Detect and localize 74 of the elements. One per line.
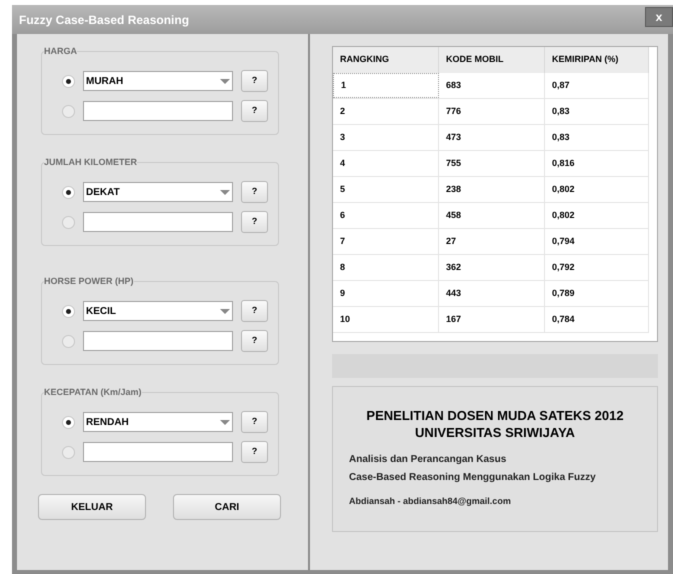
group-label: JUMLAH KILOMETER xyxy=(44,158,137,167)
table-cell: 458 xyxy=(439,203,545,228)
table-cell: 5 xyxy=(333,177,439,202)
table-cell: 473 xyxy=(439,125,545,150)
group-label: KECEPATAN (Km/Jam) xyxy=(44,388,142,397)
radio-button[interactable] xyxy=(62,186,75,198)
table-cell: 0,792 xyxy=(545,255,649,280)
table-cell: 0,802 xyxy=(545,177,649,202)
table-cell: 1 xyxy=(333,73,439,98)
info-description: Analisis dan Perancangan Kasus xyxy=(349,453,508,467)
help-button[interactable]: ? xyxy=(241,70,268,92)
radio-button[interactable] xyxy=(62,334,75,348)
action-button[interactable]: CARI xyxy=(173,494,281,520)
table-cell: 10 xyxy=(333,307,439,332)
radio-button[interactable] xyxy=(62,216,75,228)
help-button[interactable]: ? xyxy=(241,411,268,433)
table-cell: 755 xyxy=(439,151,545,176)
help-button[interactable]: ? xyxy=(241,330,268,352)
column-header: RANGKING xyxy=(333,47,439,73)
group-label: HORSE POWER (HP) xyxy=(44,277,134,286)
table-cell: 9 xyxy=(333,281,439,306)
input-field[interactable] xyxy=(83,212,233,232)
info-description: Case-Based Reasoning Menggunakan Logika Fuzzy xyxy=(349,471,597,485)
radio-button[interactable] xyxy=(62,416,75,428)
input-field[interactable] xyxy=(83,331,233,351)
help-button[interactable]: ? xyxy=(241,441,268,463)
column-header: KODE MOBIL xyxy=(439,47,545,73)
radio-button[interactable] xyxy=(62,446,75,458)
table-cell: 2 xyxy=(333,99,439,124)
caret-icon xyxy=(220,308,230,314)
table-cell: 443 xyxy=(439,281,545,306)
radio-button[interactable] xyxy=(62,104,75,118)
info-title: UNIVERSITAS SRIWIJAYA xyxy=(414,424,576,441)
input-field[interactable] xyxy=(83,101,233,121)
table-cell: 0,87 xyxy=(545,73,649,98)
table-cell: 4 xyxy=(333,151,439,176)
input-field[interactable] xyxy=(83,442,233,462)
table-cell: 362 xyxy=(439,255,545,280)
dropdown[interactable]: KECIL xyxy=(83,301,233,321)
window-title: Fuzzy Case-Based Reasoning xyxy=(19,12,190,28)
table-cell: 8 xyxy=(333,255,439,280)
help-button[interactable]: ? xyxy=(241,300,268,322)
table-cell: 0,816 xyxy=(545,151,649,176)
dropdown[interactable]: MURAH xyxy=(83,71,233,91)
info-title: PENELITIAN DOSEN MUDA SATEKS 2012 xyxy=(365,407,625,424)
help-button[interactable]: ? xyxy=(241,100,268,122)
table-cell: 0,784 xyxy=(545,307,649,332)
action-button[interactable]: KELUAR xyxy=(38,494,146,520)
radio-button[interactable] xyxy=(62,304,75,318)
column-header: KEMIRIPAN (%) xyxy=(545,47,649,73)
table-cell: 0,802 xyxy=(545,203,649,228)
table-cell: 167 xyxy=(439,307,545,332)
dropdown[interactable]: DEKAT xyxy=(83,182,233,202)
table-cell: 0,794 xyxy=(545,229,649,254)
help-button[interactable]: ? xyxy=(241,211,268,233)
table-cell: 0,789 xyxy=(545,281,649,306)
table-cell: 27 xyxy=(439,229,545,254)
table-cell: 0,83 xyxy=(545,99,649,124)
caret-icon xyxy=(220,420,230,424)
dropdown[interactable]: RENDAH xyxy=(83,412,233,432)
caret-icon xyxy=(220,78,230,84)
help-button[interactable]: ? xyxy=(241,181,268,203)
author-text: Abdiansah - abdiansah84@gmail.com xyxy=(349,495,512,508)
caret-icon xyxy=(220,190,230,194)
table-cell: 238 xyxy=(439,177,545,202)
table-cell: 6 xyxy=(333,203,439,228)
table-cell: 7 xyxy=(333,229,439,254)
table-cell: 0,83 xyxy=(545,125,649,150)
close-button[interactable]: x xyxy=(645,6,673,26)
table-cell: 683 xyxy=(439,73,545,98)
table-cell: 3 xyxy=(333,125,439,150)
radio-button[interactable] xyxy=(62,74,75,88)
table-cell: 776 xyxy=(439,99,545,124)
group-label: HARGA xyxy=(44,47,77,56)
